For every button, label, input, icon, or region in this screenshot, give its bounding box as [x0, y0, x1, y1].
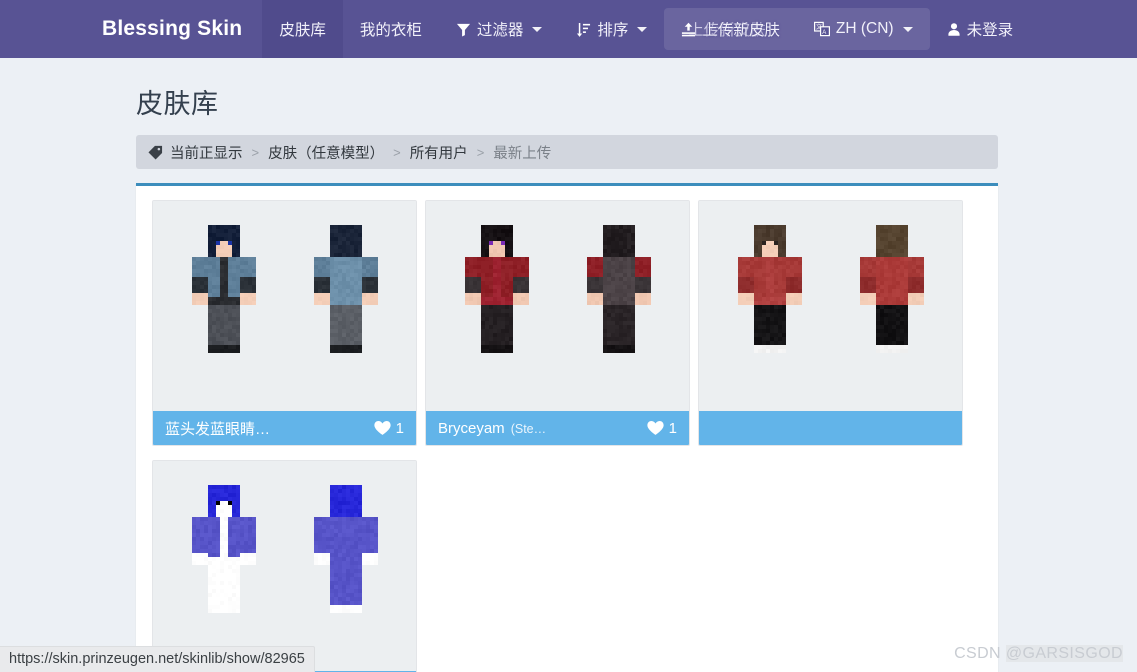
chevron-down-icon: [637, 26, 648, 32]
breadcrumb-lead: 当前正显示: [170, 145, 243, 162]
nav-item-closet-label: 我的衣柜: [359, 22, 422, 39]
nav-item-sort[interactable]: 排序: [559, 0, 664, 58]
skin-card-title: 蓝头发蓝眼睛…: [165, 418, 276, 439]
svg-text:A: A: [822, 30, 826, 36]
skin-card[interactable]: Bryceyam (Ste… 1: [425, 200, 690, 446]
nav-item-sort-label: 排序: [597, 22, 629, 39]
skin-model-text: (Ste…: [510, 421, 547, 436]
skin-back-view: [570, 221, 667, 397]
skin-card-title: Bryceyam (Ste…: [438, 420, 546, 437]
skin-preview: [426, 201, 689, 411]
skin-preview: [153, 461, 416, 671]
skin-front-view: [448, 221, 545, 397]
upload-skin-button[interactable]: 上传新皮肤 上传新皮肤: [664, 8, 797, 50]
skin-preview: [153, 201, 416, 411]
upload-icon: [681, 22, 696, 37]
skin-library-panel: 蓝头发蓝眼睛… 1 Bryceyam (Ste… 1: [136, 183, 998, 672]
watermark-prefix: CSDN: [954, 645, 1006, 662]
skin-back-view: [843, 221, 940, 397]
skin-card[interactable]: 蓝头发蓝眼睛… 1: [152, 200, 417, 446]
breadcrumb-item-sort[interactable]: 最新上传: [493, 142, 551, 163]
page-header: 皮肤库 当前正显示 > 皮肤（任意模型） > 所有用户 > 最新上传: [0, 58, 1137, 169]
breadcrumb-separator: >: [476, 144, 485, 160]
nav-item-filter[interactable]: 过滤器: [439, 0, 560, 58]
heart-icon: [647, 420, 664, 436]
nav-item-closet[interactable]: 我的衣柜: [343, 0, 439, 58]
language-icon: 文 A: [813, 21, 830, 37]
skin-card[interactable]: [152, 460, 417, 672]
status-bar-url: https://skin.prinzeugen.net/skinlib/show…: [0, 646, 315, 672]
nav-item-filter-label: 过滤器: [476, 22, 524, 39]
like-counter[interactable]: 1: [374, 420, 404, 437]
skin-preview: [699, 201, 962, 411]
skin-title-text: Bryceyam: [438, 419, 505, 437]
brand-logo[interactable]: Blessing Skin: [102, 0, 262, 58]
skin-card-footer: 蓝头发蓝眼睛… 1: [153, 411, 416, 445]
sort-icon: [576, 22, 591, 37]
breadcrumb-separator: >: [393, 144, 401, 160]
skin-back-view: [297, 481, 394, 657]
breadcrumb-separator: >: [251, 144, 260, 160]
breadcrumb: 当前正显示 > 皮肤（任意模型） > 所有用户 > 最新上传: [136, 135, 998, 169]
skin-card-footer: [699, 411, 962, 445]
skin-front-view: [175, 481, 272, 657]
chevron-down-icon: [532, 26, 543, 32]
skin-title-text: 蓝头发蓝眼睛…: [165, 420, 271, 438]
account-label: 未登录: [966, 22, 1014, 39]
user-icon: [947, 22, 961, 37]
like-count: 1: [395, 419, 404, 437]
skin-card-grid: 蓝头发蓝眼睛… 1 Bryceyam (Ste… 1: [136, 200, 998, 672]
account-menu[interactable]: 未登录: [930, 0, 1031, 58]
watermark: CSDN @GARSISGOD: [954, 645, 1123, 663]
language-switcher[interactable]: 文 A ZH (CN): [797, 8, 930, 50]
heart-icon: [374, 420, 391, 436]
breadcrumb-item-type[interactable]: 皮肤（任意模型）: [268, 142, 384, 163]
skin-front-view: [175, 221, 272, 397]
breadcrumb-item-uploader[interactable]: 所有用户: [410, 142, 468, 163]
skin-front-view: [721, 221, 818, 397]
like-counter[interactable]: 1: [647, 420, 677, 437]
nav-item-skinlib-label: 皮肤库: [279, 22, 326, 39]
filter-icon: [456, 22, 471, 37]
watermark-handle: @GARSISGOD: [1005, 645, 1123, 662]
top-navbar: Blessing Skin 皮肤库 我的衣柜 过滤器 排序 上传新皮肤 上传新皮…: [0, 0, 1137, 58]
skin-card[interactable]: [698, 200, 963, 446]
page-content: 皮肤库 当前正显示 > 皮肤（任意模型） > 所有用户 > 最新上传 蓝头发蓝眼…: [0, 58, 1137, 672]
nav-item-skinlib[interactable]: 皮肤库: [262, 0, 343, 58]
chevron-down-icon: [902, 26, 913, 32]
tag-icon: [148, 145, 163, 160]
skin-card-footer: Bryceyam (Ste… 1: [426, 411, 689, 445]
navbar-right-group: 上传新皮肤 上传新皮肤 文 A ZH (CN): [664, 8, 930, 50]
language-label: ZH (CN): [835, 20, 894, 37]
page-title: 皮肤库: [136, 89, 219, 119]
skin-back-view: [297, 221, 394, 397]
upload-skin-label: 上传新皮肤: [702, 22, 780, 39]
like-count: 1: [668, 419, 677, 437]
